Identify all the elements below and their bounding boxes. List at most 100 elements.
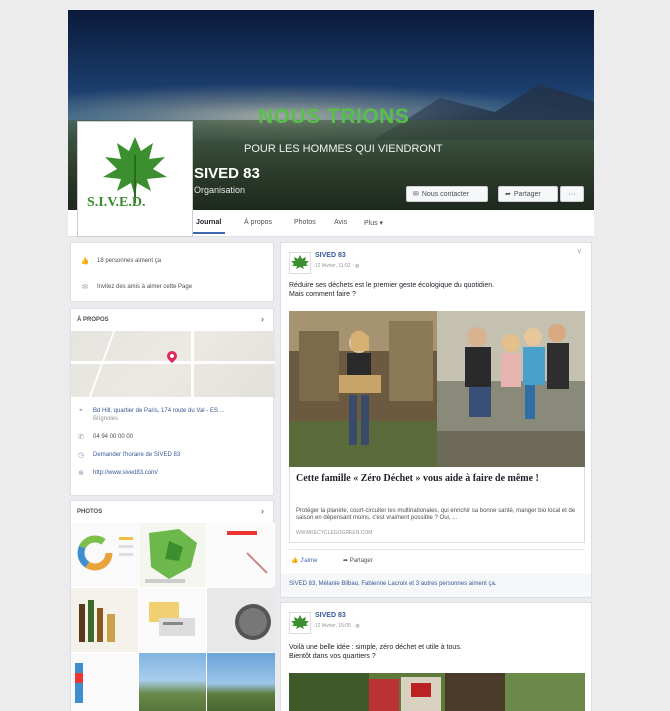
contact-button-label: Nous contacter [421,190,469,198]
share-icon: ➦ [343,558,349,564]
poster-thumbnail [75,663,83,703]
phone-icon: ✆ [78,434,84,441]
tab-photos[interactable]: Photos [294,219,316,226]
post-text: Voilà une belle idée : simple, zéro déch… [289,643,585,661]
tab-about[interactable]: À propos [244,219,272,226]
logo-text: S.I.V.E.D. [87,195,146,210]
like-label: J'aime [300,558,318,564]
chevron-down-icon[interactable]: ˅ [577,247,582,256]
texture-thumbnail [235,604,271,640]
leaf-logo-icon [291,255,309,269]
mail-icon: ✉ [413,191,419,198]
phone-row[interactable]: ✆ 04 94 00 00 00 [77,433,133,441]
post-timestamp[interactable]: 12 février, 15:05 · ◍ [315,623,360,629]
post-author[interactable]: SIVED 83 [315,252,346,259]
avatar[interactable] [289,252,311,274]
share-icon: ➦ [505,191,511,198]
address-row[interactable]: ⌖ Bd Hill, quartier de Paris, 174 route … [77,407,267,423]
post-timestamp-text: 12 février, 15:05 · [315,623,356,629]
leaf-logo-icon [103,137,167,203]
link-description: Protéger la planète, court-circuiter les… [296,508,576,521]
flyer-thumbnail [149,602,195,636]
divider [289,549,585,550]
photo-thumbnail[interactable] [207,588,275,652]
location-map[interactable] [71,331,275,397]
post-text: Réduire ses déchets est le premier geste… [289,281,585,299]
invite-row[interactable]: ✉ Invitez des amis à aimer cette Page [81,283,192,291]
post-card: SIVED 83 12 février, 11:02 · ◍ ˅ Réduire… [280,242,592,598]
tab-more[interactable]: Plus ▾ [364,219,383,227]
clock-icon: ◷ [77,452,85,459]
link-preview-image[interactable] [289,311,585,467]
share-label: Partager [349,558,373,564]
website-link: http://www.sived83.com/ [93,470,158,476]
street-photo [289,673,585,711]
address-city: Brignoles [93,416,119,422]
post-timestamp-text: 12 février, 11:02 · [315,263,355,269]
tab-reviews[interactable]: Avis [334,219,347,226]
hours-link: Demander l'horaire de SIVED 83 [93,452,181,458]
cover-subslogan: POUR LES HOMMES QUI VIENDRONT [244,143,443,155]
photo-thumbnail[interactable] [139,523,206,587]
post-timestamp[interactable]: 12 février, 11:02 · ◍ [315,263,359,269]
page-title[interactable]: SIVED 83 [194,165,260,182]
invite-text: Invitez des amis à aimer cette Page [97,284,193,290]
photos-title: PHOTOS [77,509,103,515]
likes-row: 👍 18 personnes aiment ça [81,257,161,265]
chevron-right-icon[interactable]: › [261,506,264,516]
link-title: Cette famille « Zéro Déchet » vous aide … [296,473,539,484]
page-category: Organisation [194,185,246,195]
website-row[interactable]: ⊕ http://www.sived83.com/ [77,469,158,477]
link-domain: WWWRECYCLEGOGREEN.COM [296,530,373,536]
chevron-right-icon[interactable]: › [261,314,264,324]
tab-journal[interactable]: Journal [191,219,226,234]
phone-number: 04 94 00 00 00 [93,434,134,440]
photo-thumbnail[interactable] [71,588,138,652]
map-thumbnail [145,529,197,583]
photo-thumbnail[interactable] [207,653,275,711]
contact-button[interactable]: ✉ Nous contacter [406,186,488,202]
bottles-thumbnail [79,600,115,642]
globe-icon: ◍ [354,263,360,269]
document-thumbnail [227,531,268,574]
hours-row[interactable]: ◷ Demander l'horaire de SIVED 83 [77,451,180,459]
post-text-line: Mais comment faire ? [289,291,356,298]
photos-card: PHOTOS › [70,500,275,711]
about-card: À PROPOS › ⌖ Bd Hill, quartier de Paris,… [70,308,275,496]
leaf-logo-icon [291,615,309,629]
share-post-button[interactable]: ➦ Partager [343,557,373,564]
photo-thumbnail[interactable] [139,588,206,652]
thumbs-up-icon: 👍 [291,558,299,564]
about-title: À PROPOS [77,317,109,323]
post-text-line: Réduire ses déchets est le premier geste… [289,282,495,289]
photo-thumbnail[interactable] [71,523,138,587]
photo-thumbnail[interactable] [139,653,206,711]
invite-icon: ✉ [82,284,88,291]
location-icon: ⌖ [79,407,83,414]
post-text-line: Bientôt dans vos quartiers ? [289,653,376,660]
globe-icon: ⊕ [78,470,84,477]
post-video-thumbnail[interactable] [289,673,585,711]
avatar[interactable] [289,612,311,634]
like-button[interactable]: 👍 J'aime [291,557,317,564]
share-button[interactable]: ➦ Partager [498,186,558,202]
post-author[interactable]: SIVED 83 [315,612,346,619]
map-road [191,331,194,397]
link-preview-box[interactable]: Cette famille « Zéro Déchet » vous aide … [289,467,585,543]
photo-thumbnail[interactable] [71,653,138,711]
thumbs-up-icon: 👍 [80,258,90,265]
likes-summary[interactable]: SIVED 83, Mélanie Bilbao, Fabienne Lacro… [289,581,585,587]
more-options-button[interactable]: ··· [560,186,584,202]
post-card: SIVED 83 12 février, 15:05 · ◍ Voilà une… [280,602,592,711]
profile-picture[interactable]: S.I.V.E.D. [78,122,192,236]
family-photo [289,311,585,467]
cover-slogan: NOUS TRIONS [258,105,410,128]
post-text-line: Voilà une belle idée : simple, zéro déch… [289,644,462,651]
donut-chart-thumbnail [77,535,133,571]
likes-summary-bar: SIVED 83, Mélanie Bilbao, Fabienne Lacro… [281,573,591,597]
map-road [88,331,116,397]
photo-thumbnail[interactable] [207,523,275,587]
globe-icon: ◍ [355,623,360,629]
address-text: Bd Hill, quartier de Paris, 174 route du… [93,408,225,414]
intro-card: 👍 18 personnes aiment ça ✉ Invitez des a… [70,242,274,302]
